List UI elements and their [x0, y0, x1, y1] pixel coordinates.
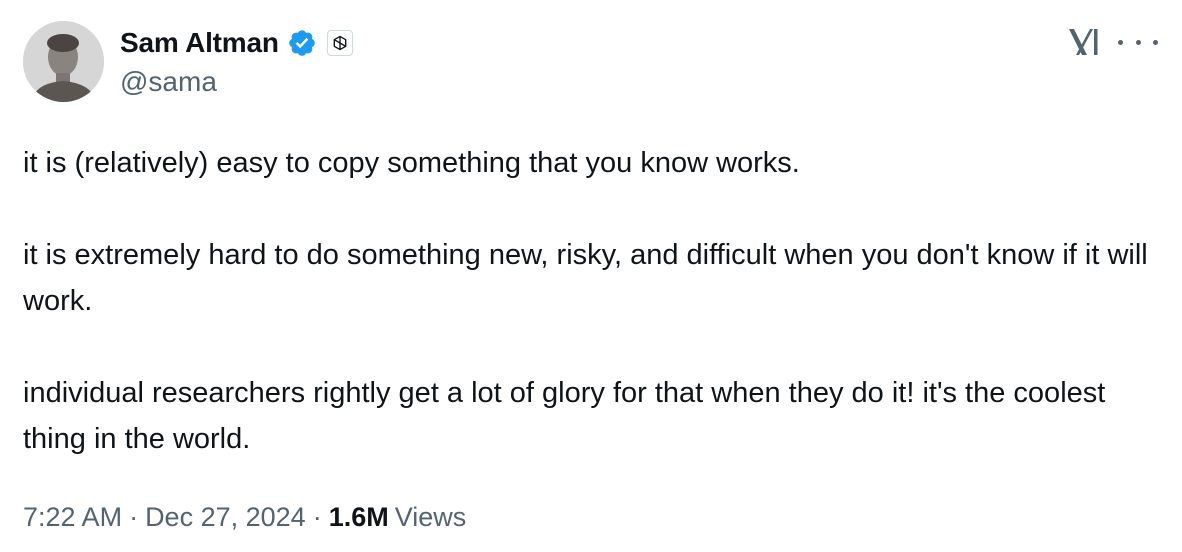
- meta-separator: ·: [312, 502, 322, 532]
- avatar-photo: [23, 21, 104, 102]
- views-count[interactable]: 1.6M: [329, 502, 389, 533]
- meta-separator: ·: [129, 502, 139, 532]
- tweet-paragraph: it is (relatively) easy to copy somethin…: [23, 147, 800, 179]
- verified-badge-icon[interactable]: [287, 28, 317, 58]
- tweet-text: it is (relatively) easy to copy somethin…: [23, 140, 1153, 462]
- openai-logo-icon[interactable]: [326, 30, 353, 56]
- user-handle[interactable]: @sama: [120, 66, 217, 98]
- tweet-paragraph: individual researchers rightly get a lot…: [23, 377, 1106, 455]
- avatar[interactable]: [23, 21, 104, 102]
- x-logo-icon[interactable]: [1066, 26, 1102, 58]
- tweet-time[interactable]: 7:22 AM: [23, 502, 122, 533]
- author-name-row: Sam Altman: [120, 24, 353, 62]
- tweet-paragraph: it is extremely hard to do something new…: [23, 239, 1148, 317]
- tweet-card: Sam Altman @sama it is (relatively) easy…: [0, 0, 1182, 552]
- tweet-date[interactable]: Dec 27, 2024: [145, 502, 306, 533]
- tweet-meta: 7:22 AM · Dec 27, 2024 · 1.6M Views: [23, 502, 466, 533]
- display-name[interactable]: Sam Altman: [120, 27, 279, 59]
- more-options-icon[interactable]: [1118, 30, 1158, 54]
- views-label: Views: [394, 502, 467, 532]
